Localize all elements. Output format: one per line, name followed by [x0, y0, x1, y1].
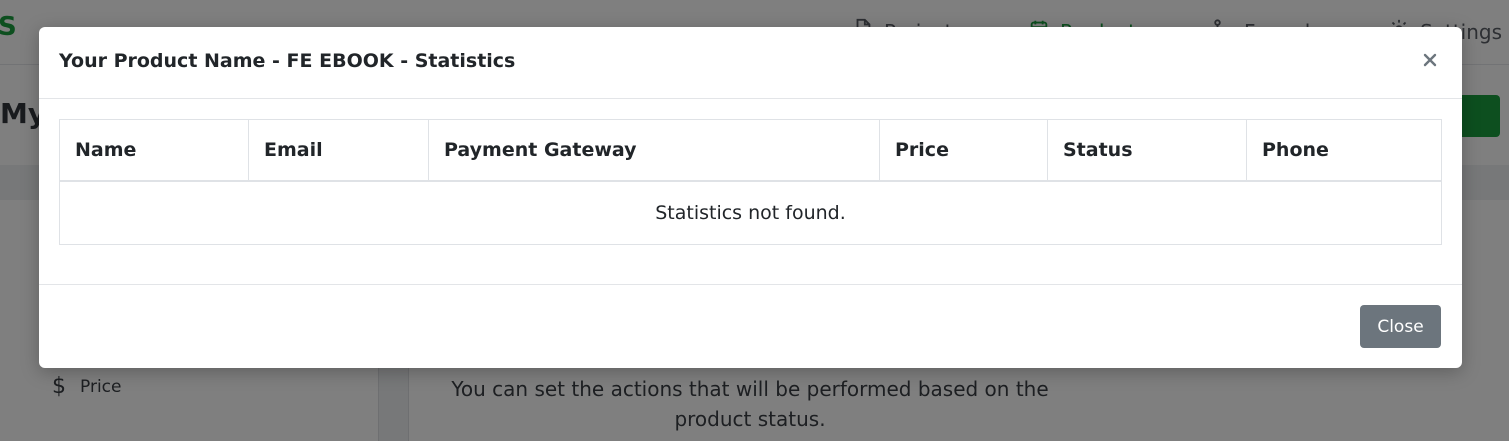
column-header-email: Email	[248, 119, 429, 182]
table-header-row: Name Email Payment Gateway Price Status …	[59, 119, 1442, 182]
column-header-payment-gateway: Payment Gateway	[428, 119, 880, 182]
column-header-status: Status	[1047, 119, 1247, 182]
modal-title: Your Product Name - FE EBOOK - Statistic…	[59, 50, 516, 72]
column-header-phone: Phone	[1246, 119, 1442, 182]
empty-state-message: Statistics not found.	[59, 180, 1442, 245]
column-header-name: Name	[59, 119, 249, 182]
column-header-price: Price	[879, 119, 1048, 182]
close-icon[interactable]	[1419, 49, 1441, 71]
statistics-modal: Your Product Name - FE EBOOK - Statistic…	[39, 27, 1462, 368]
modal-header: Your Product Name - FE EBOOK - Statistic…	[39, 27, 1462, 99]
close-button[interactable]: Close	[1360, 305, 1441, 348]
statistics-table: Name Email Payment Gateway Price Status …	[59, 119, 1442, 245]
modal-footer: Close	[39, 284, 1462, 369]
table-row: Statistics not found.	[59, 180, 1442, 245]
